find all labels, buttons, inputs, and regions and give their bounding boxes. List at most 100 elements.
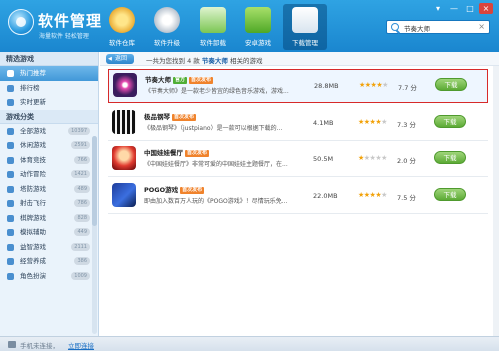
search-icon[interactable]: [391, 23, 399, 31]
app-size: 4.1MB: [313, 119, 334, 127]
puzzle-icon: [7, 243, 14, 251]
sidebar-item-simulation[interactable]: 模拟辅助 449: [0, 225, 98, 240]
rating-score: 7.3 分: [397, 121, 416, 129]
app-name: 节奏大师 官方 首次发布: [145, 76, 214, 84]
android-games-icon: [245, 7, 271, 33]
app-description: 《极品钢琴》（justpiano）是一款可以根据下载的...: [144, 125, 283, 132]
phone-icon: [8, 341, 16, 348]
app-subtitle: 海量软件 轻松管理: [39, 33, 89, 40]
app-row-piano[interactable]: 极品钢琴 首次发布 《极品钢琴》（justpiano）是一款可以根据下载的... …: [108, 107, 488, 141]
results-panel: 返回 一共为您找到 4 款 节奏大师 相关的游戏 节奏大师官方首次发布 《节奏大…: [100, 52, 499, 336]
sidebar-scrollbar[interactable]: [92, 136, 97, 334]
all-games-icon: [7, 127, 14, 135]
app-name: POGO游戏 首次发布: [144, 186, 205, 194]
app-icon: [112, 110, 136, 134]
nav-software-uninstall[interactable]: 软件卸载: [191, 4, 235, 50]
download-button[interactable]: 下载: [434, 188, 466, 201]
count-badge: 10397: [68, 126, 90, 135]
app-name: 中国娃娃餐厅 首次发布: [144, 149, 210, 157]
sidebar: 精选游戏 热门推荐 排行榜 实时更新 游戏分类 全部游戏 10397 休闲游戏 25…: [0, 52, 99, 336]
rating-stars: ★★★★★: [358, 154, 387, 162]
nav-android-games[interactable]: 安卓游戏: [236, 4, 280, 50]
top-header: 软件管理 海量软件 轻松管理 软件仓库 软件升级 软件卸载 安卓游戏 下载管理 …: [0, 0, 499, 52]
count-badge: 828: [74, 213, 90, 222]
app-icon: [112, 183, 136, 207]
search-input[interactable]: 节奏大师 ×: [386, 20, 490, 34]
rating-score: 7.7 分: [398, 84, 417, 92]
results-scrollbar[interactable]: [493, 66, 499, 336]
count-badge: 2591: [71, 141, 90, 149]
count-badge: 386: [74, 257, 90, 265]
nav-download-manager[interactable]: 下载管理: [283, 4, 327, 50]
menu-icon[interactable]: ▾: [431, 3, 445, 14]
casual-icon: [7, 142, 14, 149]
app-title: 软件管理: [38, 12, 103, 30]
app-icon: [112, 146, 136, 170]
close-icon[interactable]: ×: [479, 3, 493, 14]
app-size: 22.0MB: [313, 192, 338, 200]
maximize-icon[interactable]: □: [463, 3, 477, 14]
action-icon: [7, 171, 14, 178]
minimize-icon[interactable]: —: [447, 3, 461, 14]
sidebar-item-updates[interactable]: 实时更新: [0, 95, 98, 110]
sidebar-item-puzzle[interactable]: 益智游戏 2111: [0, 240, 98, 255]
tower-defense-icon: [7, 185, 14, 193]
sidebar-item-management[interactable]: 经营养成 386: [0, 254, 98, 269]
search-value: 节奏大师: [404, 25, 430, 33]
app-row-jiezou[interactable]: 节奏大师 官方 首次发布 《节奏大师》是一款老少皆宜的绿色音乐游戏，游戏... 28…: [108, 69, 488, 103]
first-release-badge: 首次发布: [172, 114, 197, 121]
download-button[interactable]: 下载: [434, 115, 466, 128]
sidebar-item-ranking[interactable]: 排行榜: [0, 81, 98, 96]
software-upgrade-icon: [154, 7, 180, 33]
software-uninstall-icon: [200, 7, 226, 33]
board-game-icon: [7, 214, 14, 222]
sidebar-item-board[interactable]: 棋牌游戏 828: [0, 211, 98, 226]
clear-search-icon[interactable]: ×: [478, 22, 485, 31]
nav-software-upgrade[interactable]: 软件升级: [145, 4, 189, 50]
sidebar-item-rpg[interactable]: 角色扮演 1009: [0, 269, 98, 284]
app-row-restaurant[interactable]: 中国娃娃餐厅 首次发布 《中国娃娃餐厅》非常可爱的中国娃娃主题餐厅，在... 50…: [108, 143, 488, 177]
app-description: 《中国娃娃餐厅》非常可爱的中国娃娃主题餐厅，在...: [144, 161, 288, 168]
management-icon: [7, 258, 14, 265]
window-controls: ▾ — □ ×: [431, 3, 493, 14]
sidebar-item-hot[interactable]: 热门推荐: [0, 66, 98, 81]
app-description: 《节奏大师》是一款老少皆宜的绿色音乐游戏，游戏...: [145, 88, 289, 95]
hot-icon: [7, 70, 14, 77]
connect-now-link[interactable]: 立即连接: [68, 340, 94, 350]
sidebar-item-action[interactable]: 动作冒险 1421: [0, 167, 98, 182]
sidebar-item-shooting[interactable]: 射击飞行 786: [0, 196, 98, 211]
app-icon: [113, 73, 137, 97]
sidebar-item-all[interactable]: 全部游戏 10397: [0, 124, 98, 139]
result-keyword: 节奏大师: [201, 57, 228, 65]
sidebar-item-tower[interactable]: 塔防游戏 489: [0, 182, 98, 197]
status-bar: 手机未连接， 立即连接: [0, 336, 499, 351]
refresh-icon: [7, 99, 14, 106]
app-size: 50.5M: [313, 155, 334, 163]
download-button[interactable]: 下载: [435, 78, 467, 91]
back-button[interactable]: 返回: [106, 54, 134, 64]
count-badge: 766: [74, 155, 90, 164]
rating-score: 7.5 分: [397, 194, 416, 202]
app-size: 28.8MB: [314, 82, 339, 90]
rating-stars: ★★★★★: [358, 191, 387, 199]
count-badge: 1421: [71, 170, 90, 178]
sidebar-item-casual[interactable]: 休闲游戏 2591: [0, 138, 98, 153]
official-badge: 官方: [173, 77, 188, 84]
shooting-icon: [7, 200, 14, 207]
result-summary: 一共为您找到 4 款 节奏大师 相关的游戏: [146, 57, 263, 65]
software-store-icon: [109, 7, 135, 33]
rpg-icon: [7, 272, 14, 280]
ranking-icon: [7, 84, 14, 92]
download-button[interactable]: 下载: [434, 151, 466, 164]
sidebar-section-categories: 游戏分类: [0, 109, 98, 124]
sidebar-scrollbar-thumb[interactable]: [92, 136, 97, 226]
sidebar-item-sports[interactable]: 体育竞技 766: [0, 153, 98, 168]
nav-software-store[interactable]: 软件仓库: [100, 4, 144, 50]
app-name: 极品钢琴 首次发布: [144, 113, 197, 121]
first-release-badge: 首次发布: [180, 187, 205, 194]
app-row-pogo[interactable]: POGO游戏 首次发布 即由加入数百万人玩的《POGO游戏》！尽情玩乐免... 2…: [108, 180, 488, 214]
rating-stars: ★★★★★: [359, 81, 388, 89]
connection-status: 手机未连接，: [20, 342, 59, 350]
count-badge: 2111: [71, 242, 90, 251]
first-release-badge: 首次发布: [185, 150, 210, 157]
